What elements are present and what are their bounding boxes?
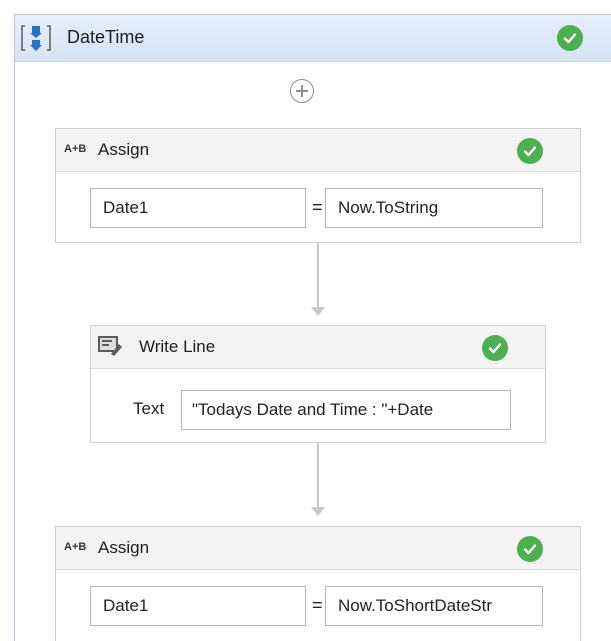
assign-activity[interactable]: A+B Assign Date1 = Now.ToShortDateStr bbox=[55, 526, 581, 641]
assign-icon: A+B bbox=[64, 541, 87, 553]
valid-check-icon bbox=[482, 335, 508, 361]
activity-title: Write Line bbox=[139, 337, 216, 356]
add-activity-icon[interactable] bbox=[290, 79, 314, 103]
assign-icon: A+B bbox=[64, 143, 87, 155]
sequence-header[interactable]: DateTime bbox=[15, 15, 611, 62]
valid-check-icon bbox=[517, 536, 543, 562]
activity-header[interactable]: Write Line bbox=[91, 326, 545, 369]
activity-header[interactable]: A+B Assign bbox=[56, 527, 580, 570]
assign-operator: = bbox=[312, 595, 323, 615]
write-line-activity[interactable]: Write Line Text "Todays Date and Time : … bbox=[90, 325, 546, 443]
assign-activity[interactable]: A+B Assign Date1 = Now.ToString bbox=[55, 128, 581, 243]
text-value-field[interactable]: "Todays Date and Time : "+Date bbox=[181, 390, 511, 430]
connector-line bbox=[317, 443, 319, 507]
assign-value-field[interactable]: Now.ToString bbox=[325, 188, 543, 228]
sequence-title: DateTime bbox=[67, 27, 145, 47]
connector-line bbox=[317, 243, 319, 307]
assign-to-field[interactable]: Date1 bbox=[90, 188, 306, 228]
valid-check-icon bbox=[557, 25, 583, 51]
connector-arrow-icon bbox=[311, 507, 325, 516]
activity-header[interactable]: A+B Assign bbox=[56, 129, 580, 172]
assign-to-field[interactable]: Date1 bbox=[90, 586, 306, 626]
activity-title: Assign bbox=[98, 538, 150, 557]
assign-value-field[interactable]: Now.ToShortDateStr bbox=[325, 586, 543, 626]
activity-title: Assign bbox=[98, 140, 150, 159]
sequence-icon bbox=[21, 25, 51, 51]
write-line-icon bbox=[98, 336, 122, 356]
text-label: Text bbox=[133, 399, 165, 418]
connector-arrow-icon bbox=[311, 307, 325, 316]
valid-check-icon bbox=[517, 138, 543, 164]
assign-operator: = bbox=[312, 197, 323, 217]
